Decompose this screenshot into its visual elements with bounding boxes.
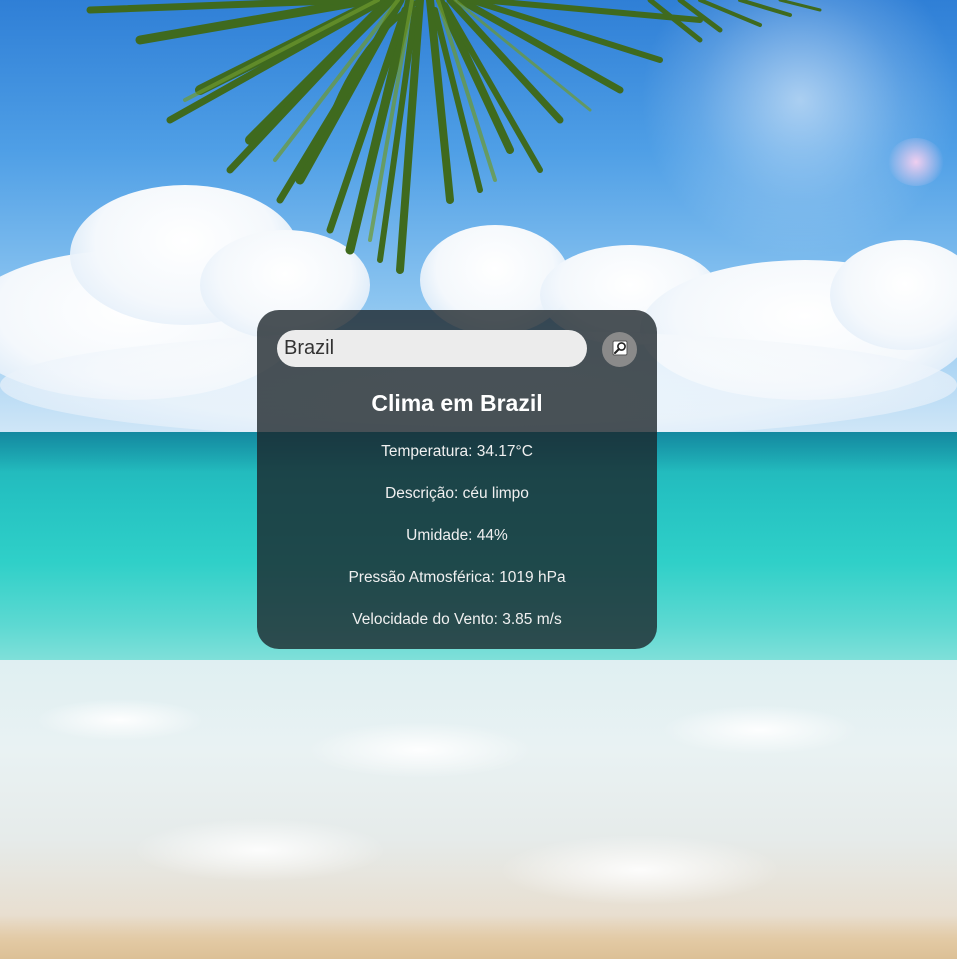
weather-title: Clima em Brazil [371, 390, 543, 416]
search-icon [612, 340, 628, 359]
weather-card: Clima em Brazil Temperatura: 34.17°C Des… [257, 310, 657, 649]
search-button[interactable] [602, 332, 637, 367]
description-text: Descrição: céu limpo [385, 485, 529, 502]
temperature-text: Temperatura: 34.17°C [381, 443, 533, 460]
humidity-text: Umidade: 44% [406, 527, 508, 544]
pressure-text: Pressão Atmosférica: 1019 hPa [348, 569, 566, 586]
sand [0, 915, 957, 959]
city-search-input[interactable] [277, 330, 587, 367]
wind-speed-text: Velocidade do Vento: 3.85 m/s [352, 611, 562, 628]
palm-leaves [86, 0, 822, 274]
